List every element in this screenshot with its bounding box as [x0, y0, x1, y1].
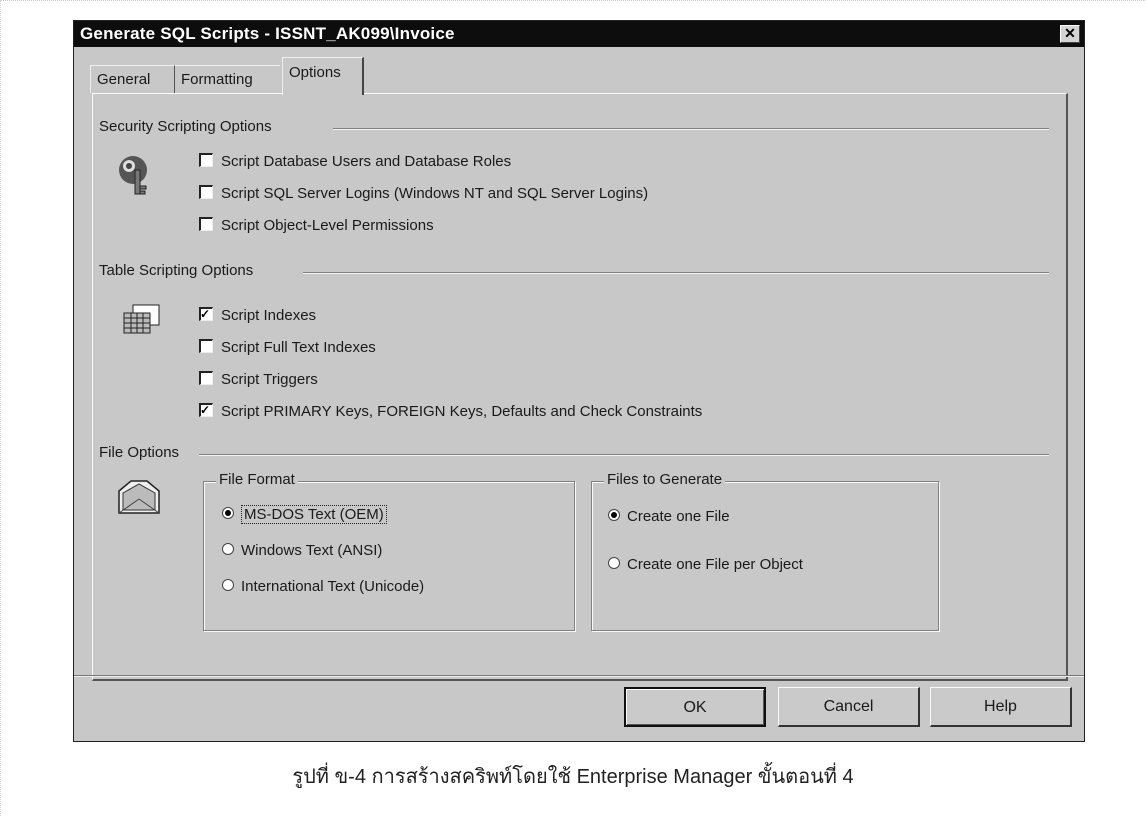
radio-button[interactable]: [222, 543, 234, 556]
checkbox-box[interactable]: [199, 185, 213, 200]
radio-label: MS-DOS Text (OEM): [241, 505, 387, 524]
checkbox-script-permissions[interactable]: Script Object-Level Permissions: [199, 215, 434, 237]
options-panel: Security Scripting Options Script Databa…: [92, 93, 1068, 681]
tab-formatting[interactable]: Formatting: [174, 65, 280, 93]
radio-button[interactable]: [222, 507, 234, 520]
page-top-border: [0, 0, 1146, 1]
checkbox-box[interactable]: [199, 217, 213, 232]
checkbox-script-triggers[interactable]: Script Triggers: [199, 369, 318, 391]
generate-sql-scripts-dialog: Generate SQL Scripts - ISSNT_AK099\Invoi…: [73, 20, 1085, 742]
checkbox-label: Script Triggers: [221, 371, 318, 388]
checkbox-box[interactable]: [199, 371, 213, 386]
checkbox-label: Script Object-Level Permissions: [221, 217, 434, 234]
radio-create-file-per-object[interactable]: Create one File per Object: [608, 554, 803, 576]
checkbox-label: Script Indexes: [221, 307, 317, 324]
checkbox-script-fulltext-indexes[interactable]: Script Full Text Indexes: [199, 337, 376, 359]
security-section-title: Security Scripting Options: [99, 118, 280, 135]
page-left-border: [0, 0, 1, 816]
radio-international-text[interactable]: International Text (Unicode): [222, 576, 424, 598]
radio-windows-text[interactable]: Windows Text (ANSI): [222, 540, 382, 562]
radio-label: International Text (Unicode): [241, 578, 425, 595]
radio-create-one-file[interactable]: Create one File: [608, 506, 730, 528]
file-section-divider: [199, 454, 1049, 456]
tab-general[interactable]: General: [90, 65, 174, 93]
checkbox-label: Script PRIMARY Keys, FOREIGN Keys, Defau…: [221, 403, 703, 420]
folder-file-icon: [118, 480, 160, 514]
close-icon: ✕: [1064, 25, 1076, 41]
key-person-icon: [119, 156, 147, 195]
checkbox-box[interactable]: [199, 153, 213, 168]
security-section-divider: [333, 128, 1049, 130]
window-title: Generate SQL Scripts - ISSNT_AK099\Invoi…: [74, 21, 1084, 47]
ok-button[interactable]: OK: [624, 687, 766, 727]
checkbox-label: Script SQL Server Logins (Windows NT and…: [221, 185, 649, 202]
figure-caption: รูปที่ ข-4 การสร้างสคริพท์โดยใช้ Enterpr…: [292, 766, 854, 788]
button-bar-divider: [74, 675, 1084, 677]
close-button[interactable]: ✕: [1060, 25, 1080, 43]
checkbox-script-indexes[interactable]: Script Indexes: [199, 305, 316, 327]
checkbox-label: Script Full Text Indexes: [221, 339, 376, 356]
file-format-group: File Format MS-DOS Text (OEM) Windows Te…: [203, 471, 575, 631]
tab-options[interactable]: Options: [282, 57, 364, 95]
checkbox-script-logins[interactable]: Script SQL Server Logins (Windows NT and…: [199, 183, 648, 205]
radio-ms-dos-text[interactable]: MS-DOS Text (OEM): [222, 504, 387, 526]
cancel-button[interactable]: Cancel: [778, 687, 920, 727]
file-section-title: File Options: [99, 444, 188, 461]
table-section-title: Table Scripting Options: [99, 262, 262, 279]
radio-button[interactable]: [608, 509, 620, 522]
radio-label: Create one File: [627, 508, 730, 525]
checkbox-script-keys-constraints[interactable]: Script PRIMARY Keys, FOREIGN Keys, Defau…: [199, 401, 702, 423]
help-button[interactable]: Help: [930, 687, 1072, 727]
files-to-generate-group: Files to Generate Create one File Create…: [591, 471, 939, 631]
radio-button[interactable]: [608, 557, 620, 570]
checkbox-box[interactable]: [199, 339, 213, 354]
table-grid-icon: [123, 304, 160, 334]
radio-label: Create one File per Object: [627, 556, 803, 573]
radio-label: Windows Text (ANSI): [241, 542, 383, 559]
radio-button[interactable]: [222, 579, 234, 592]
files-to-generate-title: Files to Generate: [604, 471, 726, 488]
file-format-title: File Format: [216, 471, 298, 488]
checkbox-box[interactable]: [199, 307, 213, 322]
checkbox-script-db-users[interactable]: Script Database Users and Database Roles: [199, 151, 511, 173]
table-section-divider: [303, 272, 1049, 274]
checkbox-label: Script Database Users and Database Roles: [221, 153, 512, 170]
checkbox-box[interactable]: [199, 403, 213, 418]
